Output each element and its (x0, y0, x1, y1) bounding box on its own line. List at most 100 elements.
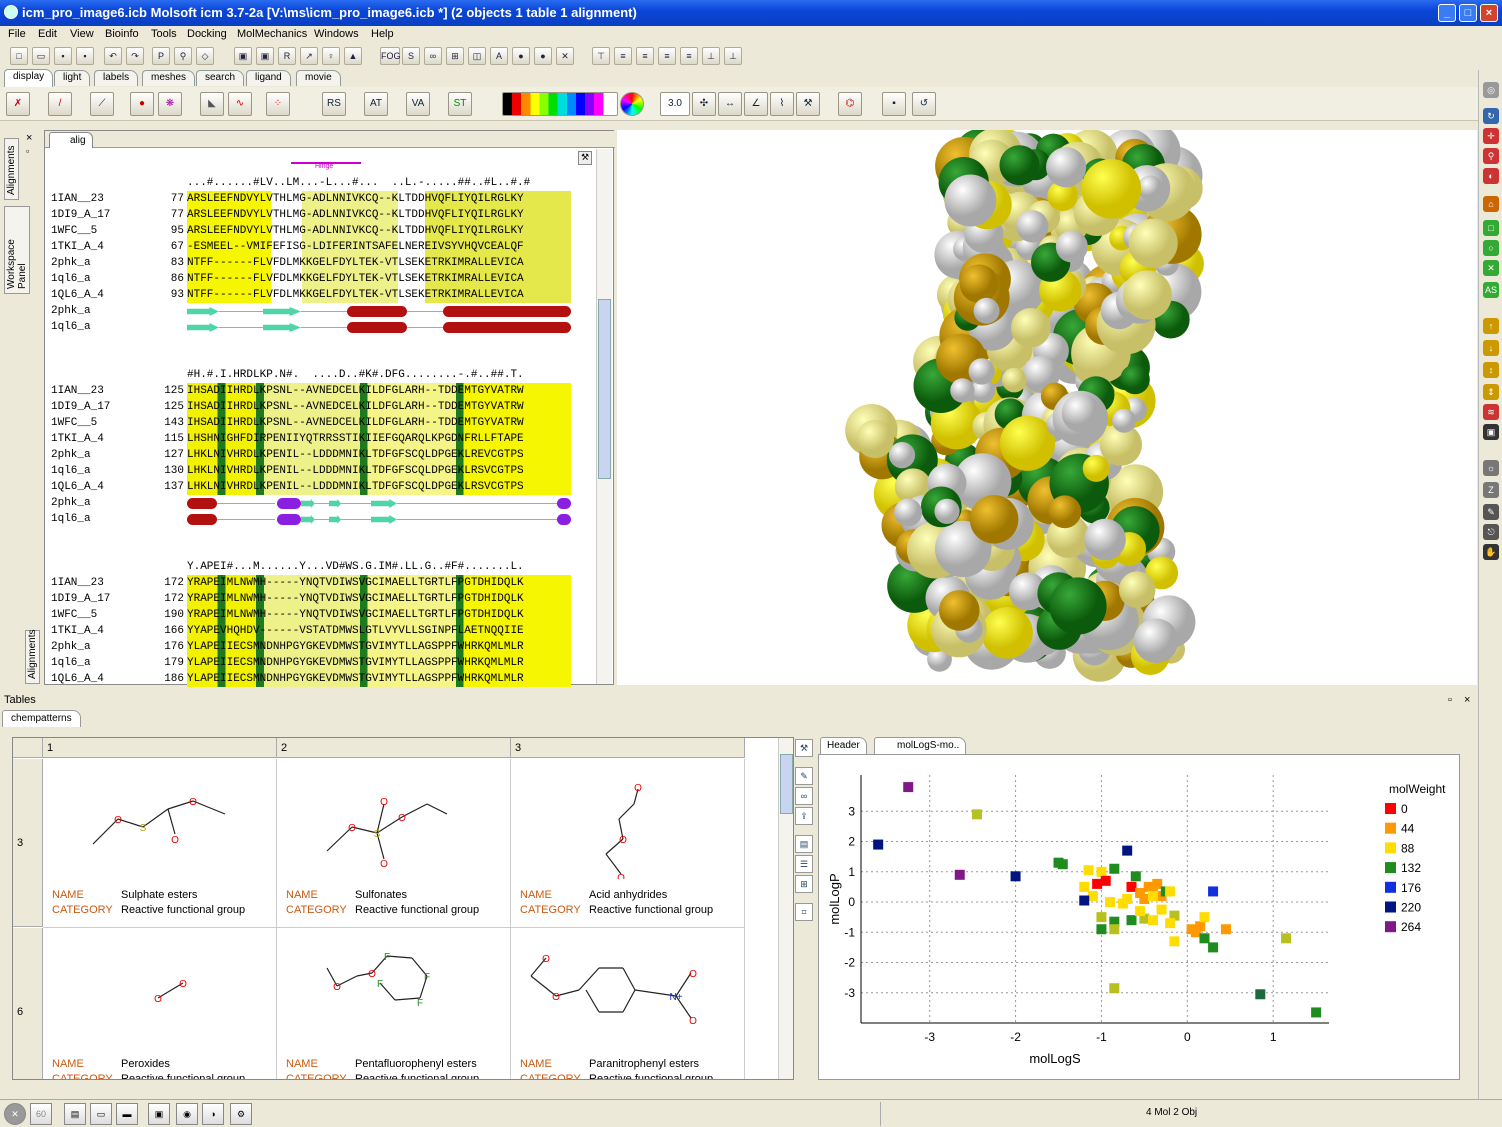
torsion-icon[interactable]: ⌇ (770, 92, 794, 116)
menu-docking[interactable]: Docking (187, 28, 227, 40)
align-low-icon[interactable]: ≡ (680, 47, 698, 65)
move-down-icon[interactable]: ↓ (1483, 340, 1499, 356)
molecule-3d-view[interactable] (617, 121, 1477, 685)
angle-icon[interactable]: ∠ (744, 92, 768, 116)
wire-icon[interactable]: / (48, 92, 72, 116)
rotate-icon[interactable]: ↻ (1483, 108, 1499, 124)
plot-view-icon[interactable]: ⌗ (795, 903, 813, 921)
list-view-icon[interactable]: ☰ (795, 855, 813, 873)
object-icon[interactable]: ▣ (148, 1103, 170, 1125)
menu-bioinfo[interactable]: Bioinfo (105, 28, 139, 40)
arrow-icon[interactable]: ↗ (300, 47, 318, 65)
wrench-table-icon[interactable]: ⚒ (795, 739, 813, 757)
align-top-icon[interactable]: ⊤ (592, 47, 610, 65)
wrench-icon[interactable]: ⚒ (578, 151, 592, 165)
table-cell[interactable]: O O F F F F NAME Pentafluorophenyl esters CATEGO… (277, 928, 511, 1079)
pdb-icon[interactable]: P (152, 47, 170, 65)
align-center-icon[interactable]: ≡ (636, 47, 654, 65)
tab-movie[interactable]: movie (296, 70, 341, 86)
residue-label-icon[interactable]: RS (322, 92, 346, 116)
text-icon[interactable]: A (490, 47, 508, 65)
menu-tools[interactable]: Tools (151, 28, 177, 40)
column-header-1[interactable]: 1 (43, 738, 277, 758)
menu-molmechanics[interactable]: MolMechanics (237, 28, 307, 40)
cpk-icon[interactable]: ❋ (158, 92, 182, 116)
save-view-icon[interactable]: ▪ (882, 92, 906, 116)
move-up-icon[interactable]: ↑ (1483, 318, 1499, 334)
table-cell[interactable]: O O O NAME Acid anhydrides CATEGORY Reactive f… (511, 759, 745, 928)
ribbon-icon[interactable]: ∿ (228, 92, 252, 116)
tab-chempatterns[interactable]: chempatterns (2, 710, 81, 727)
search-molecule-icon[interactable]: ⚲ (174, 47, 192, 65)
distance-input[interactable]: 3.0 (660, 92, 690, 116)
tab-search[interactable]: search (196, 70, 245, 86)
camera-icon[interactable]: ◉ (176, 1103, 198, 1125)
target-icon[interactable]: ◎ (1483, 82, 1499, 98)
window-icon[interactable]: ▭ (90, 1103, 112, 1125)
hide-icon[interactable]: ✗ (6, 92, 30, 116)
tab-labels[interactable]: labels (94, 70, 139, 86)
save-as-icon[interactable]: ▪ (76, 47, 94, 65)
distance-icon[interactable]: ↔ (718, 92, 742, 116)
tab-display[interactable]: display (4, 69, 54, 87)
menu-help[interactable]: Help (371, 28, 394, 40)
column-header-3[interactable]: 3 (511, 738, 745, 758)
glasses-icon[interactable]: ∞ (424, 47, 442, 65)
alignment-tab[interactable]: alig (49, 132, 93, 148)
clean-icon[interactable]: ◇ (196, 47, 214, 65)
select-residue-icon[interactable]: ▣ (256, 47, 274, 65)
row-header-3[interactable]: 3 (13, 759, 43, 927)
tab-workspace-panel[interactable]: Workspace Panel (4, 206, 30, 294)
align-mid-icon[interactable]: ≡ (614, 47, 632, 65)
move-both-icon[interactable]: ↕ (1483, 362, 1499, 378)
eye-icon[interactable]: ◑ (202, 1103, 224, 1125)
close-tables-icon[interactable]: × (1464, 692, 1470, 708)
form-view-icon[interactable]: ▤ (795, 835, 813, 853)
var-label-icon[interactable]: VA (406, 92, 430, 116)
bulb-icon[interactable]: ♀ (322, 47, 340, 65)
flag-icon[interactable]: ▲ (344, 47, 362, 65)
redo-icon[interactable]: ↷ (126, 47, 144, 65)
fog-button[interactable]: FOG (380, 47, 401, 65)
surface-icon[interactable]: ◣ (200, 92, 224, 116)
ball-icon[interactable]: ● (130, 92, 154, 116)
menu-windows[interactable]: Windows (314, 28, 359, 40)
close-button[interactable]: × (1480, 4, 1498, 22)
grid-icon[interactable]: ⊞ (446, 47, 464, 65)
table-cell[interactable]: O O NAME Peroxides CATEGORY Reactive function… (43, 928, 277, 1079)
measure-icon[interactable]: ✣ (692, 92, 716, 116)
wave-icon[interactable]: ≋ (1483, 404, 1499, 420)
light-icon[interactable]: ☼ (1483, 460, 1499, 476)
minimize-button[interactable]: _ (1438, 4, 1456, 22)
float-tables-icon[interactable]: ▫ (1448, 692, 1452, 708)
alignment-scrollbar[interactable] (596, 149, 612, 684)
select-sphere-icon[interactable]: ○ (1483, 240, 1499, 256)
restore-view-icon[interactable]: ↺ (912, 92, 936, 116)
translate-icon[interactable]: ✛ (1483, 128, 1499, 144)
select-as-icon[interactable]: AS (1483, 282, 1499, 298)
open-folder-icon[interactable]: ▭ (32, 47, 50, 65)
zoom-icon[interactable]: ⚲ (1483, 148, 1499, 164)
molecule-graph-icon[interactable]: ⌬ (838, 92, 862, 116)
site-label-icon[interactable]: ST (448, 92, 472, 116)
scatter-plot[interactable]: -3 -2 -1 0 1 -3 -2 -1 0 1 2 3 molLogS molLogP molWeigh… (818, 754, 1460, 1080)
settings-gear-icon[interactable]: ⚙ (230, 1103, 252, 1125)
escape-icon[interactable]: ✎ (1483, 504, 1499, 520)
table-scrollbar[interactable] (778, 738, 793, 1079)
float-panel-icon[interactable]: ▫ (26, 146, 29, 156)
grid-view-icon[interactable]: ⊞ (795, 875, 813, 893)
atom-label-icon[interactable]: AT (364, 92, 388, 116)
color-palette[interactable] (502, 92, 618, 116)
table-cell[interactable]: O O N+ O O NAME Paranitrophenyl esters CATEGORY… (511, 928, 745, 1079)
column-header-2[interactable]: 2 (277, 738, 511, 758)
align-equal-icon[interactable]: ≡ (658, 47, 676, 65)
edit-pencil-icon[interactable]: ✎ (795, 767, 813, 785)
find-binoculars-icon[interactable]: ∞ (795, 787, 813, 805)
skin-icon[interactable]: ⁘ (266, 92, 290, 116)
align-base-icon[interactable]: ⊥ (724, 47, 742, 65)
select-box-icon[interactable]: □ (1483, 220, 1499, 236)
color-wheel-icon[interactable] (620, 92, 644, 116)
maximize-button[interactable]: □ (1459, 4, 1477, 22)
row-header-6[interactable]: 6 (13, 928, 43, 1079)
workspace-icon[interactable]: ▤ (64, 1103, 86, 1125)
